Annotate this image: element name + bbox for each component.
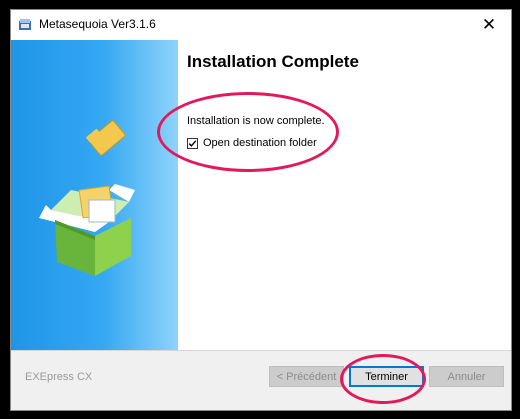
window-title: Metasequoia Ver3.1.6 (39, 17, 156, 31)
footer-divider (11, 350, 511, 351)
back-button[interactable]: < Précédent (269, 366, 344, 387)
checkmark-icon (188, 139, 197, 147)
title-bar: Metasequoia Ver3.1.6 ✕ (11, 10, 511, 40)
cancel-button[interactable]: Annuler (429, 366, 504, 387)
finish-button[interactable]: Terminer (349, 366, 424, 387)
brand-label: EXEpress CX (25, 371, 93, 383)
open-folder-checkbox[interactable] (187, 137, 198, 149)
open-folder-option[interactable]: Open destination folder (187, 137, 317, 149)
completion-message: Installation is now complete. (187, 115, 325, 127)
side-banner (11, 40, 178, 350)
page-heading: Installation Complete (187, 52, 359, 71)
close-button[interactable]: ✕ (467, 10, 511, 40)
close-icon: ✕ (481, 15, 497, 35)
installer-icon (17, 17, 33, 33)
installer-window: Metasequoia Ver3.1.6 ✕ Installation Comp… (10, 9, 512, 411)
open-folder-label: Open destination folder (203, 137, 317, 149)
open-box-with-folder-icon (39, 120, 135, 276)
content-area: Installation Complete Installation is no… (11, 40, 511, 350)
